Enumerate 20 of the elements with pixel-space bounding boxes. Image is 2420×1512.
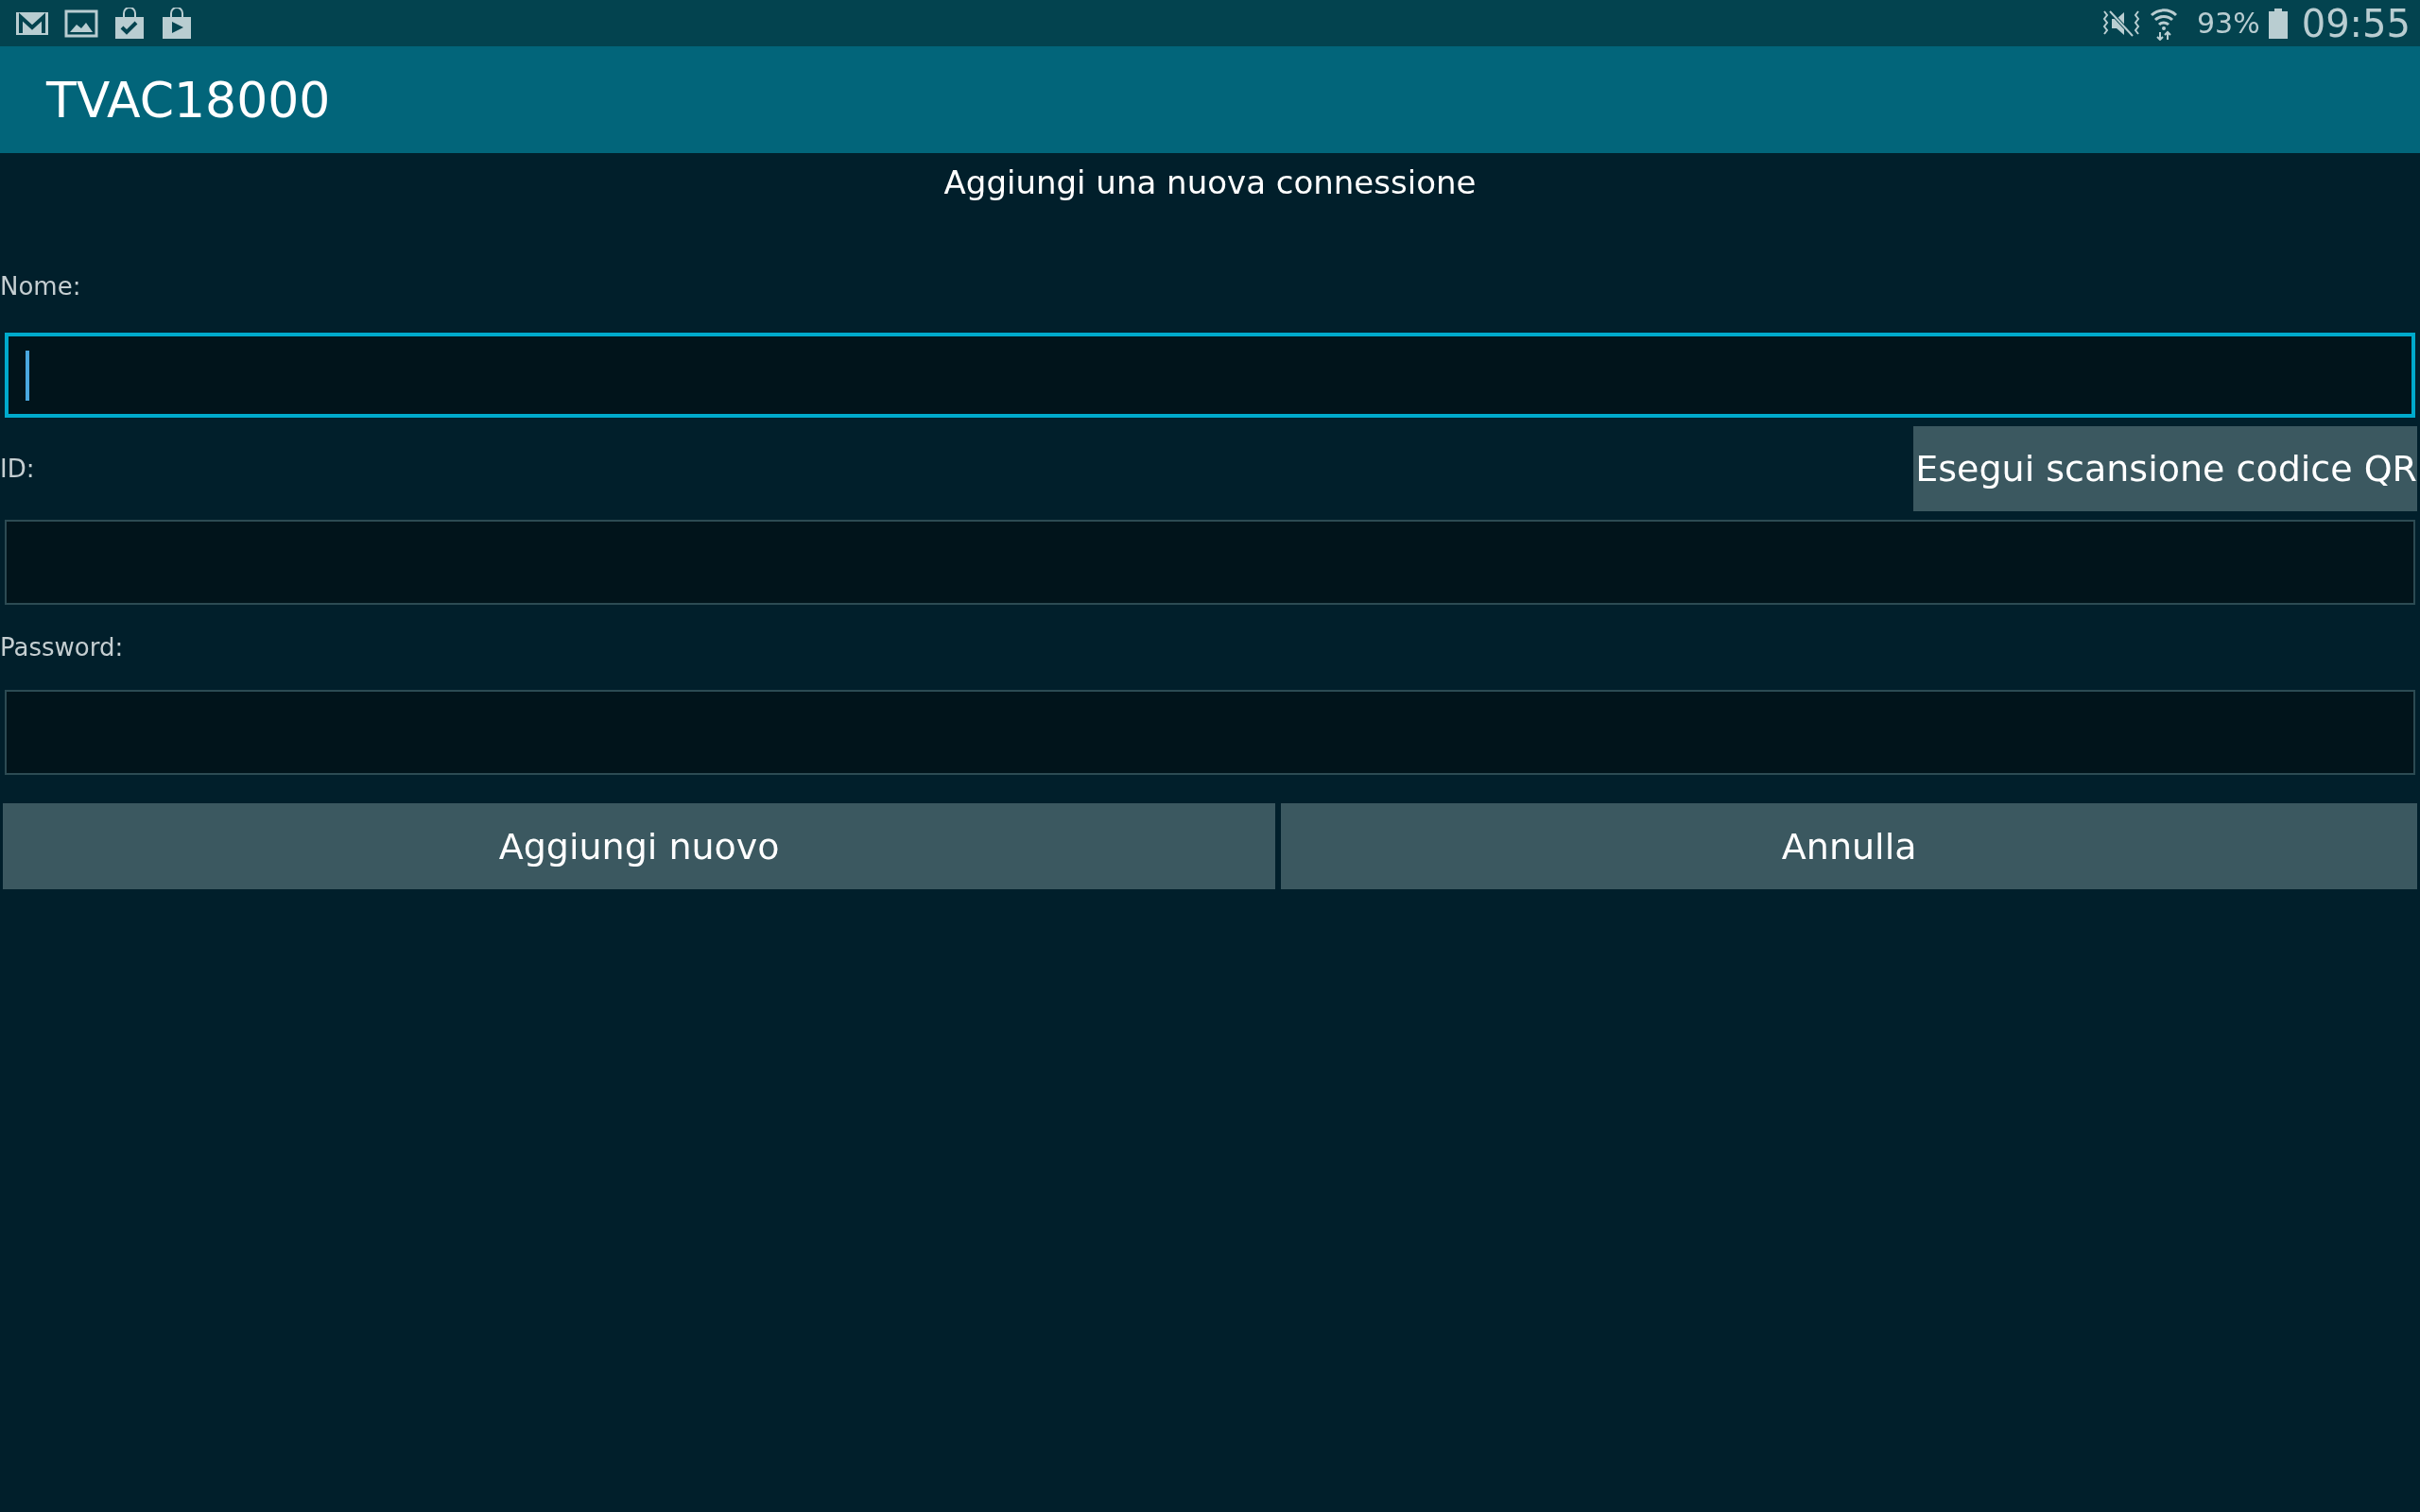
mail-icon	[15, 9, 49, 37]
form-heading: Aggiungi una nuova connessione	[942, 163, 1478, 203]
battery-icon	[2267, 7, 2289, 40]
field-label: Nome:	[0, 272, 81, 301]
field-label: ID:	[0, 455, 35, 483]
image-icon	[64, 9, 98, 38]
field-label: Password:	[0, 633, 124, 662]
action-button[interactable]: Aggiungi nuovo	[3, 803, 1276, 889]
text-cursor	[26, 350, 29, 401]
wifi-icon	[2150, 6, 2179, 41]
input-field[interactable]	[5, 520, 2415, 605]
clock: 09:55	[2301, 1, 2411, 45]
shopping-bag-check-icon	[113, 7, 146, 40]
input-field[interactable]	[5, 690, 2415, 775]
scan-qr-button[interactable]: Esegui scansione codice QR	[1913, 426, 2417, 511]
battery-percentage: 93%	[2197, 7, 2260, 40]
shopping-bag-play-icon	[161, 7, 193, 40]
action-button[interactable]: Annulla	[1281, 803, 2417, 889]
input-field[interactable]	[5, 333, 2415, 418]
app-title: TVAC18000	[46, 71, 331, 129]
